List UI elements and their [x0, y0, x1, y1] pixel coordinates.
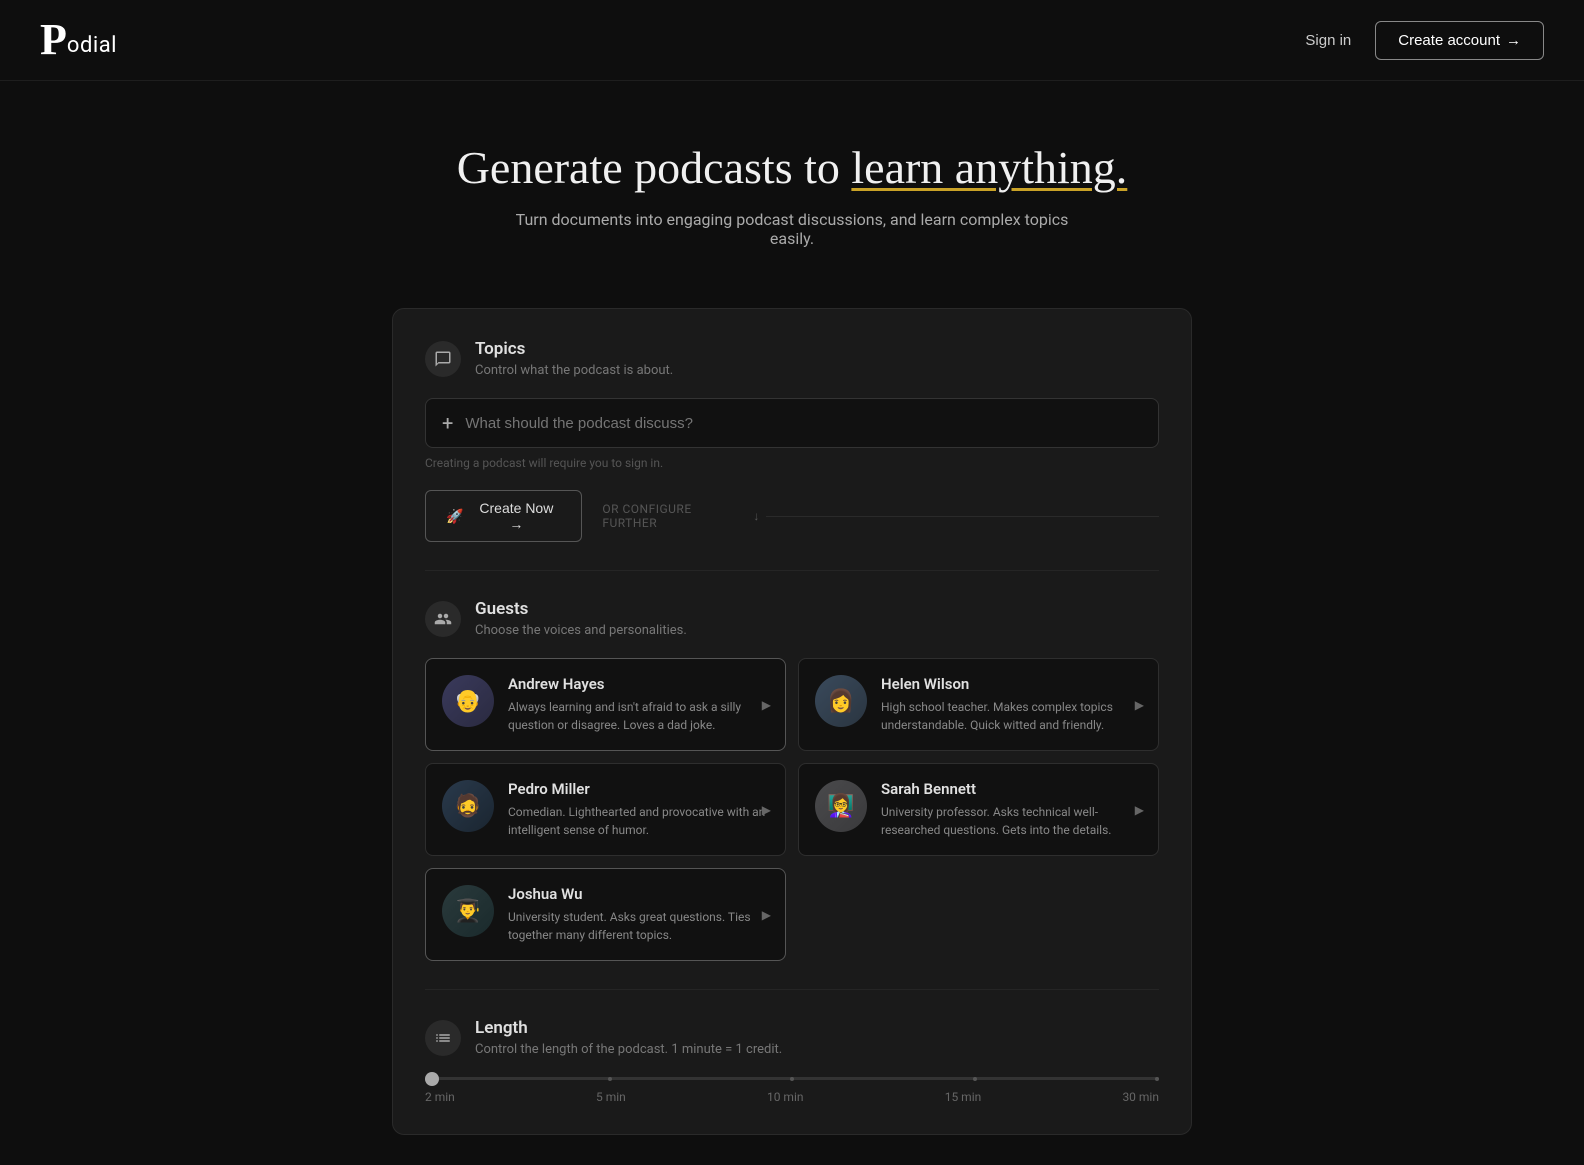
- guests-section-header: Guests Choose the voices and personaliti…: [425, 599, 1159, 638]
- logo[interactable]: P odial: [40, 18, 117, 62]
- guest-avatar-emoji: 👩‍🏫: [815, 780, 867, 832]
- length-subtitle: Control the length of the podcast. 1 min…: [475, 1042, 782, 1057]
- slider-dot-5: [1155, 1077, 1159, 1081]
- hero-subheadline: Turn documents into engaging podcast dis…: [492, 210, 1092, 248]
- guest-avatar-emoji: 🧔: [442, 780, 494, 832]
- slider-labels: 2 min 5 min 10 min 15 min 30 min: [425, 1090, 1159, 1104]
- topic-hint: Creating a podcast will require you to s…: [425, 456, 1159, 470]
- create-now-button[interactable]: 🚀 Create Now →: [425, 490, 582, 542]
- length-section: Length Control the length of the podcast…: [425, 1018, 1159, 1104]
- rocket-icon: 🚀: [446, 508, 463, 525]
- guest-avatar-sarah-bennett: 👩‍🏫: [815, 780, 867, 832]
- guest-info-joshua-wu: Joshua Wu University student. Asks great…: [508, 885, 769, 944]
- create-account-arrow-icon: →: [1506, 32, 1521, 49]
- topics-subtitle: Control what the podcast is about.: [475, 363, 673, 378]
- guest-avatar-emoji: 👴: [442, 675, 494, 727]
- guest-desc-andrew-hayes: Always learning and isn't afraid to ask …: [508, 698, 769, 734]
- guest-name-andrew-hayes: Andrew Hayes: [508, 675, 769, 693]
- length-section-header: Length Control the length of the podcast…: [425, 1018, 1159, 1057]
- guest-card-sarah-bennett[interactable]: 👩‍🏫 Sarah Bennett University professor. …: [798, 763, 1159, 856]
- logo-rest: odial: [67, 33, 117, 58]
- section-divider-1: [425, 570, 1159, 571]
- section-divider-2: [425, 989, 1159, 990]
- header-actions: Sign in Create account →: [1305, 21, 1544, 60]
- guest-name-helen-wilson: Helen Wilson: [881, 675, 1142, 693]
- topic-input[interactable]: [465, 415, 1142, 432]
- slider-dot-4: [973, 1077, 977, 1081]
- guest-avatar-pedro-miller: 🧔: [442, 780, 494, 832]
- length-header-text: Length Control the length of the podcast…: [475, 1018, 782, 1057]
- sign-in-button[interactable]: Sign in: [1305, 32, 1351, 49]
- person-icon: [434, 610, 452, 628]
- guest-play-icon-andrew-hayes[interactable]: ▶: [762, 698, 771, 712]
- slider-label-10-min: 10 min: [767, 1090, 804, 1104]
- create-account-button[interactable]: Create account →: [1375, 21, 1544, 60]
- or-configure-label: OR CONFIGURE FURTHER ↓: [602, 502, 1159, 530]
- topics-title: Topics: [475, 339, 673, 359]
- logo-letter: P: [40, 18, 65, 62]
- guests-icon: [425, 601, 461, 637]
- guest-desc-helen-wilson: High school teacher. Makes complex topic…: [881, 698, 1142, 734]
- slider-thumb[interactable]: [425, 1072, 439, 1086]
- guest-name-joshua-wu: Joshua Wu: [508, 885, 769, 903]
- guest-desc-pedro-miller: Comedian. Lighthearted and provocative w…: [508, 803, 769, 839]
- guest-play-icon-joshua-wu[interactable]: ▶: [762, 908, 771, 922]
- slider-label-15-min: 15 min: [945, 1090, 982, 1104]
- slider-label-30-min: 30 min: [1122, 1090, 1159, 1104]
- create-account-label: Create account: [1398, 32, 1500, 49]
- topics-header-text: Topics Control what the podcast is about…: [475, 339, 673, 378]
- list-icon: [434, 1029, 452, 1047]
- guest-info-sarah-bennett: Sarah Bennett University professor. Asks…: [881, 780, 1142, 839]
- guest-play-icon-sarah-bennett[interactable]: ▶: [1135, 803, 1144, 817]
- guest-desc-joshua-wu: University student. Asks great questions…: [508, 908, 769, 944]
- guest-avatar-helen-wilson: 👩: [815, 675, 867, 727]
- guest-play-icon-helen-wilson[interactable]: ▶: [1135, 698, 1144, 712]
- guests-grid: 👴 Andrew Hayes Always learning and isn't…: [425, 658, 1159, 961]
- guests-title: Guests: [475, 599, 687, 619]
- create-now-label: Create Now →: [471, 500, 561, 532]
- slider-dots: [425, 1077, 1159, 1081]
- slider-label-5-min: 5 min: [596, 1090, 626, 1104]
- site-header: P odial Sign in Create account →: [0, 0, 1584, 81]
- guest-card-helen-wilson[interactable]: 👩 Helen Wilson High school teacher. Make…: [798, 658, 1159, 751]
- slider-label-2-min: 2 min: [425, 1090, 455, 1104]
- main-card: Topics Control what the podcast is about…: [392, 308, 1192, 1135]
- hero-headline-plain: Generate podcasts to: [457, 142, 852, 193]
- slider-dot-2: [608, 1077, 612, 1081]
- hero-headline: Generate podcasts to learn anything.: [40, 141, 1544, 194]
- chat-icon: [434, 350, 452, 368]
- slider-track: [425, 1077, 1159, 1080]
- slider-dot-3: [790, 1077, 794, 1081]
- topics-section-header: Topics Control what the podcast is about…: [425, 339, 1159, 378]
- topic-input-wrapper[interactable]: +: [425, 398, 1159, 448]
- guest-name-sarah-bennett: Sarah Bennett: [881, 780, 1142, 798]
- length-title: Length: [475, 1018, 782, 1038]
- topics-icon: [425, 341, 461, 377]
- guest-avatar-emoji: 👨‍🎓: [442, 885, 494, 937]
- configure-arrow-icon: ↓: [753, 509, 760, 523]
- actions-row: 🚀 Create Now → OR CONFIGURE FURTHER ↓: [425, 490, 1159, 542]
- length-slider-container: 2 min 5 min 10 min 15 min 30 min: [425, 1077, 1159, 1104]
- hero-headline-emphasis: learn anything.: [851, 142, 1127, 193]
- guest-info-andrew-hayes: Andrew Hayes Always learning and isn't a…: [508, 675, 769, 734]
- length-icon: [425, 1020, 461, 1056]
- guest-card-andrew-hayes[interactable]: 👴 Andrew Hayes Always learning and isn't…: [425, 658, 786, 751]
- guests-subtitle: Choose the voices and personalities.: [475, 623, 687, 638]
- guest-avatar-emoji: 👩: [815, 675, 867, 727]
- guest-info-pedro-miller: Pedro Miller Comedian. Lighthearted and …: [508, 780, 769, 839]
- guest-desc-sarah-bennett: University professor. Asks technical wel…: [881, 803, 1142, 839]
- guest-card-joshua-wu[interactable]: 👨‍🎓 Joshua Wu University student. Asks g…: [425, 868, 786, 961]
- plus-icon: +: [442, 411, 453, 435]
- guest-avatar-joshua-wu: 👨‍🎓: [442, 885, 494, 937]
- guest-play-icon-pedro-miller[interactable]: ▶: [762, 803, 771, 817]
- guest-name-pedro-miller: Pedro Miller: [508, 780, 769, 798]
- guest-info-helen-wilson: Helen Wilson High school teacher. Makes …: [881, 675, 1142, 734]
- guest-avatar-andrew-hayes: 👴: [442, 675, 494, 727]
- hero-section: Generate podcasts to learn anything. Tur…: [0, 81, 1584, 278]
- guests-header-text: Guests Choose the voices and personaliti…: [475, 599, 687, 638]
- guest-card-pedro-miller[interactable]: 🧔 Pedro Miller Comedian. Lighthearted an…: [425, 763, 786, 856]
